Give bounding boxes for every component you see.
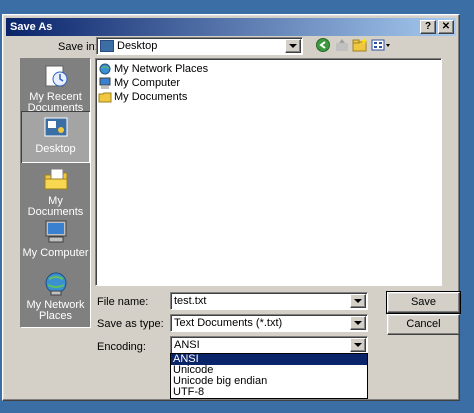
list-item[interactable]: My Computer	[98, 76, 439, 90]
save-as-type-label: Save as type:	[97, 318, 164, 330]
chevron-down-icon	[354, 299, 362, 303]
place-my-documents[interactable]: My Documents	[21, 163, 90, 218]
up-folder-icon[interactable]	[334, 37, 350, 53]
my-computer-icon	[43, 219, 69, 245]
encoding-dropdown-button[interactable]	[350, 338, 366, 352]
chevron-down-icon	[354, 343, 362, 347]
list-item[interactable]: My Network Places	[98, 62, 439, 76]
title-bar[interactable]: Save As ? ✕	[6, 18, 456, 36]
network-places-icon	[43, 271, 69, 297]
place-network-places[interactable]: My Network Places	[21, 267, 90, 322]
file-name-value[interactable]: test.txt	[171, 295, 350, 307]
place-label: My Recent Documents	[27, 91, 84, 114]
save-in-combo[interactable]: Desktop	[96, 37, 303, 55]
file-name: My Computer	[114, 77, 181, 89]
cancel-button[interactable]: Cancel	[387, 314, 460, 335]
my-computer-icon	[98, 77, 112, 89]
new-folder-icon[interactable]	[352, 37, 368, 53]
list-item[interactable]: My Documents	[98, 90, 439, 104]
file-name-input[interactable]: test.txt	[170, 292, 368, 310]
view-menu-icon[interactable]	[371, 37, 391, 53]
recent-documents-icon	[43, 63, 69, 89]
file-name: My Documents	[114, 91, 188, 103]
desktop-icon	[43, 115, 69, 141]
chevron-down-icon	[289, 44, 297, 48]
place-label: Desktop	[35, 143, 76, 155]
save-button[interactable]: Save	[386, 291, 461, 314]
file-list[interactable]: My Network Places My Computer My Documen…	[95, 58, 442, 286]
close-button[interactable]: ✕	[438, 20, 454, 34]
place-label: My Computer	[22, 247, 89, 259]
file-name: My Network Places	[114, 63, 209, 75]
encoding-label: Encoding:	[97, 341, 146, 353]
place-label: My Network Places	[26, 299, 85, 322]
network-places-icon	[98, 63, 112, 75]
folder-icon	[98, 91, 112, 103]
file-name-label: File name:	[97, 296, 149, 308]
back-icon[interactable]	[315, 37, 331, 53]
place-recent-documents[interactable]: My Recent Documents	[21, 59, 90, 114]
encoding-option-utf8[interactable]: UTF-8	[171, 387, 367, 398]
place-label: My Documents	[27, 195, 84, 218]
place-my-computer[interactable]: My Computer	[21, 215, 90, 267]
save-as-type-dropdown-button[interactable]	[350, 316, 366, 330]
help-button[interactable]: ?	[420, 20, 436, 34]
save-as-type-value: Text Documents (*.txt)	[174, 317, 283, 329]
save-as-type-select[interactable]: Text Documents (*.txt)	[170, 314, 368, 332]
places-bar: My Recent Documents Desktop My Documents…	[20, 58, 91, 328]
save-in-value: Desktop	[117, 40, 158, 52]
save-in-label: Save in:	[58, 41, 98, 53]
file-name-dropdown-button[interactable]	[350, 294, 366, 308]
window-title: Save As	[10, 21, 53, 33]
place-desktop[interactable]: Desktop	[21, 111, 90, 163]
my-documents-icon	[43, 167, 69, 193]
desktop-small-icon	[100, 40, 114, 52]
chevron-down-icon	[354, 321, 362, 325]
encoding-value: ANSI	[174, 339, 200, 351]
encoding-select[interactable]: ANSI	[170, 336, 368, 354]
save-in-dropdown-button[interactable]	[285, 39, 301, 53]
encoding-dropdown-list: ANSI Unicode Unicode big endian UTF-8	[170, 353, 368, 399]
